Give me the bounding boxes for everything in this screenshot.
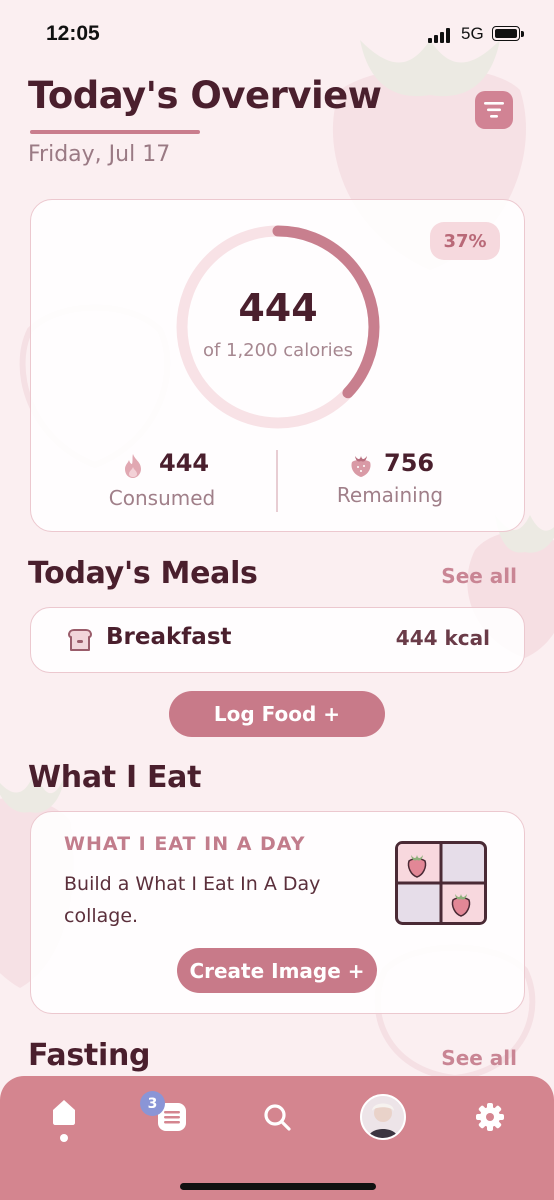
search-icon[interactable] bbox=[261, 1101, 293, 1133]
gear-icon[interactable] bbox=[474, 1101, 506, 1133]
home-active-indicator bbox=[60, 1134, 68, 1142]
create-image-button[interactable]: Create Image + bbox=[177, 948, 377, 993]
remaining-value: 756 bbox=[384, 449, 435, 477]
profile-avatar[interactable] bbox=[360, 1094, 406, 1140]
calories-consumed-value: 444 bbox=[238, 286, 318, 330]
what-i-eat-description: Build a What I Eat In A Day collage. bbox=[64, 873, 321, 927]
battery-tip bbox=[521, 31, 524, 37]
status-bar: 12:05 5G bbox=[0, 0, 554, 70]
collage-grid-icon bbox=[395, 841, 487, 925]
bottom-navigation bbox=[0, 1076, 554, 1200]
home-icon[interactable] bbox=[49, 1097, 79, 1127]
calorie-goal-label: of 1,200 calories bbox=[202, 340, 354, 361]
log-food-button[interactable]: Log Food + bbox=[169, 691, 385, 737]
flame-icon bbox=[125, 454, 141, 478]
title-underline bbox=[30, 130, 200, 134]
meals-section-title: Today's Meals bbox=[28, 556, 258, 591]
notification-badge: 3 bbox=[140, 1091, 165, 1116]
fasting-see-all-link[interactable]: See all bbox=[441, 1046, 517, 1070]
network-label: 5G bbox=[461, 24, 484, 43]
page-title: Today's Overview bbox=[28, 74, 382, 117]
toast-icon bbox=[68, 629, 92, 651]
consumed-label: Consumed bbox=[108, 486, 216, 510]
remaining-label: Remaining bbox=[336, 483, 444, 507]
meal-name: Breakfast bbox=[106, 624, 232, 650]
strawberry-icon bbox=[351, 456, 371, 477]
stats-divider bbox=[276, 450, 278, 512]
battery-icon bbox=[492, 26, 520, 41]
what-i-eat-section-title: What I Eat bbox=[28, 760, 202, 795]
status-time: 12:05 bbox=[46, 22, 100, 45]
page-date: Friday, Jul 17 bbox=[28, 142, 171, 167]
what-i-eat-kicker: WHAT I EAT IN A DAY bbox=[64, 833, 306, 855]
fasting-section-title: Fasting bbox=[28, 1038, 151, 1073]
filter-icon bbox=[484, 102, 504, 118]
signal-icon bbox=[428, 28, 450, 43]
meals-see-all-link[interactable]: See all bbox=[441, 564, 517, 588]
home-indicator bbox=[180, 1183, 376, 1190]
percent-badge: 37% bbox=[430, 222, 500, 260]
avatar-icon bbox=[362, 1096, 404, 1138]
filter-button[interactable] bbox=[475, 91, 513, 129]
meal-calories: 444 kcal bbox=[395, 626, 490, 650]
consumed-value: 444 bbox=[159, 449, 210, 477]
